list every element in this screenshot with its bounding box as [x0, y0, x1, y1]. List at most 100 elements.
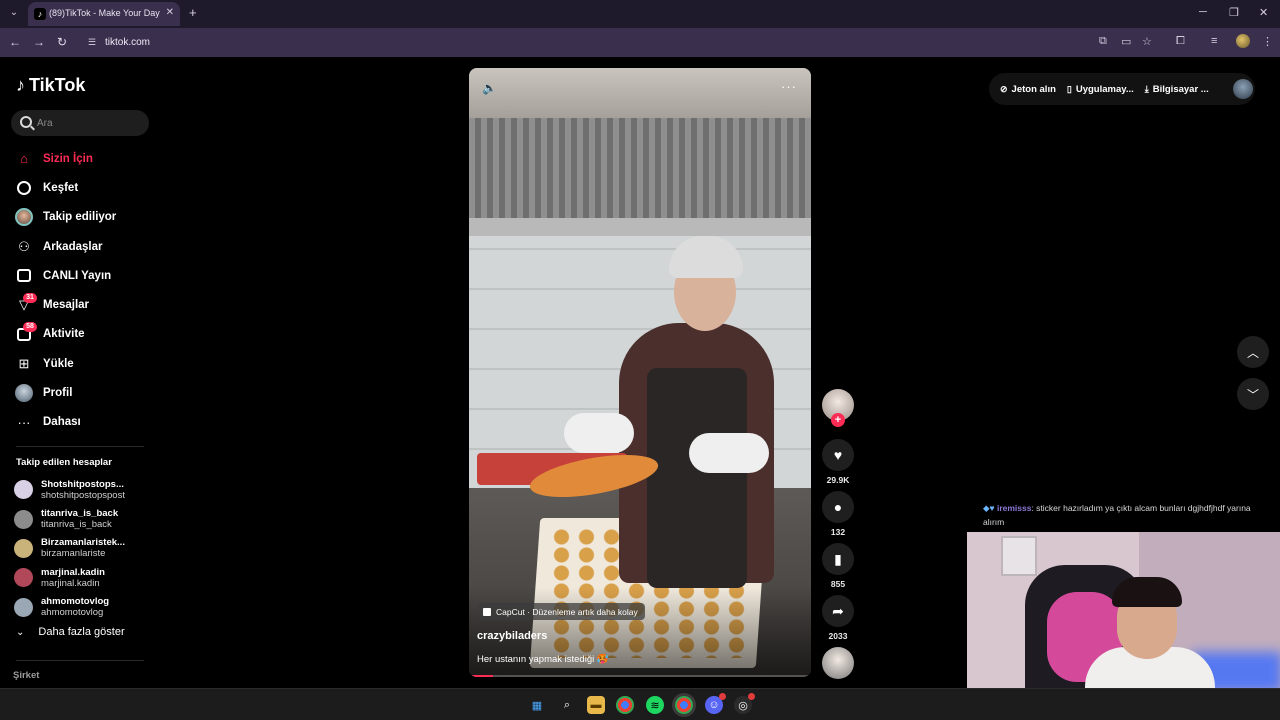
account-name: Shotshitpostops...: [41, 478, 124, 490]
webcam-streamer-hair: [1112, 577, 1182, 607]
restore-icon[interactable]: ❐: [1229, 6, 1239, 19]
forward-icon[interactable]: →: [33, 35, 45, 49]
sidebar-item-activity[interactable]: 58 Aktivite: [14, 320, 154, 349]
tab-search-icon[interactable]: ⌄: [6, 5, 22, 21]
music-disc-icon[interactable]: [822, 647, 854, 679]
site-info-icon[interactable]: ☰: [88, 37, 96, 48]
video-author[interactable]: crazybiladers: [477, 630, 547, 642]
account-name: Birzamanlaristek...: [41, 537, 125, 549]
share-action[interactable]: ➦ 2033: [821, 595, 855, 641]
video-caption: Her ustanın yapmak istediği 🥵: [477, 654, 609, 665]
activity-icon: 58: [14, 322, 37, 344]
following-account[interactable]: Birzamanlaristek... birzamanlariste: [14, 534, 164, 563]
sidebar-item-label: Takip ediliyor: [43, 211, 117, 224]
get-app-label: Uygulamay...: [1075, 83, 1134, 95]
previous-video-button[interactable]: ︿: [1237, 336, 1269, 368]
follow-plus-icon[interactable]: +: [831, 413, 845, 427]
taskbar-search-icon[interactable]: ⌕: [558, 696, 576, 714]
video-progress-bar[interactable]: [469, 675, 811, 677]
share-icon[interactable]: ➦: [822, 595, 854, 627]
search-input[interactable]: [37, 114, 142, 132]
chrome-icon[interactable]: [616, 696, 634, 714]
bookmark-icon[interactable]: ▮: [822, 543, 854, 575]
video-frame-sleeve: [689, 433, 769, 473]
volume-icon[interactable]: 🔈: [482, 81, 497, 95]
obs-icon[interactable]: ◎: [734, 693, 755, 714]
account-name: marjinal.kadin: [41, 566, 105, 578]
streamer-webcam: [967, 532, 1280, 688]
tiktok-logo[interactable]: ♪ TikTok: [16, 75, 85, 96]
account-avatar: [14, 538, 33, 558]
minimize-icon[interactable]: ─: [1199, 6, 1207, 18]
save-action[interactable]: ▮ 855: [821, 543, 855, 589]
browser-profile-avatar[interactable]: [1236, 34, 1250, 48]
back-icon[interactable]: ←: [9, 35, 21, 49]
sidebar-item-explore[interactable]: Keşfet: [14, 173, 154, 202]
sidebar-item-live[interactable]: CANLI Yayın: [14, 261, 154, 290]
account-handle: titanriva_is_back: [41, 519, 112, 531]
get-app-button[interactable]: ▯ Uygulamay...: [1067, 84, 1134, 95]
following-account[interactable]: titanriva_is_back titanriva_is_back: [14, 504, 164, 533]
tab-title: (89)TikTok - Make Your Day: [49, 8, 160, 18]
coin-icon: ⊘: [1000, 83, 1008, 94]
following-account[interactable]: marjinal.kadin marjinal.kadin: [14, 563, 164, 592]
sidebar-item-friends[interactable]: ⚇ Arkadaşlar: [14, 232, 154, 261]
bookmark-star-icon[interactable]: ☆: [1142, 35, 1152, 48]
chrome-active-icon[interactable]: [675, 696, 693, 714]
sidebar-item-more[interactable]: ··· Dahası: [14, 408, 154, 437]
sidebar-item-label: Sizin İçin: [43, 152, 93, 165]
media-control-icon[interactable]: ≡: [1211, 35, 1217, 47]
translate-icon[interactable]: ⧉: [1099, 35, 1107, 48]
file-explorer-icon[interactable]: ▬: [587, 696, 605, 714]
following-account[interactable]: ahmomotovlog ahmomotovlog: [14, 593, 164, 622]
tab-close-icon[interactable]: ✕: [166, 7, 174, 18]
following-account[interactable]: Shotshitpostops... shotshitpostopspost: [14, 475, 164, 504]
desktop-app-button[interactable]: ⤓ Bilgisayar ...: [1145, 84, 1209, 95]
comment-action[interactable]: ● 132: [821, 491, 855, 537]
activity-badge: 58: [23, 322, 37, 333]
video-frame-ceiling: [469, 68, 811, 118]
search-box[interactable]: [11, 110, 149, 136]
cast-icon[interactable]: ▭: [1121, 35, 1131, 48]
get-coins-button[interactable]: ⊘ Jeton alın: [1000, 84, 1056, 95]
user-avatar[interactable]: [1233, 79, 1253, 99]
more-options-icon[interactable]: ···: [781, 79, 797, 94]
sidebar-item-for-you[interactable]: ⌂ Sizin İçin: [14, 144, 154, 173]
comment-icon[interactable]: ●: [822, 491, 854, 523]
chat-username: iremisss: [996, 503, 1032, 513]
company-link[interactable]: Şirket: [13, 670, 39, 681]
extensions-icon[interactable]: ⧠: [1176, 35, 1185, 48]
home-icon: ⌂: [20, 151, 28, 167]
sidebar-item-upload[interactable]: ⊞ Yükle: [14, 349, 154, 378]
heart-icon[interactable]: ♥: [822, 439, 854, 471]
sidebar-item-messages[interactable]: ▽ 31 Mesajlar: [14, 290, 154, 319]
sidebar-item-following[interactable]: Takip ediliyor: [14, 203, 154, 232]
like-action[interactable]: ♥ 29.9K: [821, 439, 855, 485]
spotify-icon[interactable]: ≋: [646, 696, 664, 714]
header-actions: ⊘ Jeton alın ▯ Uygulamay... ⤓ Bilgisayar…: [989, 73, 1255, 105]
tiktok-note-icon: ♪: [16, 75, 25, 95]
sidebar-item-label: Mesajlar: [43, 299, 90, 312]
capcut-tag[interactable]: CapCut · Düzenleme artık daha kolay: [478, 603, 645, 620]
sidebar-item-profile[interactable]: Profil: [14, 378, 154, 407]
account-avatar: [14, 597, 33, 617]
following-accounts-list: Shotshitpostops... shotshitpostopspost ti…: [14, 475, 164, 622]
discord-icon[interactable]: ☺: [705, 693, 726, 714]
video-player[interactable]: 🔈 ··· CapCut · Düzenleme artık daha kola…: [469, 68, 811, 677]
sidebar-item-label: Profil: [43, 387, 73, 400]
new-tab-button[interactable]: +: [189, 5, 197, 21]
address-bar: ← → ↻ ☰ tiktok.com ⧉ ▭ ☆ ⧠ ≡ ⋮: [0, 28, 1280, 57]
windows-start-icon[interactable]: ▦: [528, 696, 546, 714]
stream-chat-message: ◆♥ iremisss: sticker hazırladım ya çıktı…: [983, 501, 1263, 529]
browser-tab[interactable]: ♪ (89)TikTok - Make Your Day ✕: [28, 2, 180, 26]
show-more-button[interactable]: ⌄ Daha fazla göster: [16, 626, 125, 638]
close-window-icon[interactable]: ✕: [1259, 6, 1268, 19]
browser-menu-icon[interactable]: ⋮: [1262, 35, 1273, 48]
save-count: 855: [830, 579, 846, 589]
account-name: titanriva_is_back: [41, 508, 119, 520]
messages-badge: 31: [23, 293, 37, 304]
reload-icon[interactable]: ↻: [57, 35, 67, 49]
messages-icon: ▽ 31: [14, 293, 37, 315]
url-field[interactable]: ☰ tiktok.com: [80, 32, 1090, 53]
next-video-button[interactable]: ﹀: [1237, 378, 1269, 410]
